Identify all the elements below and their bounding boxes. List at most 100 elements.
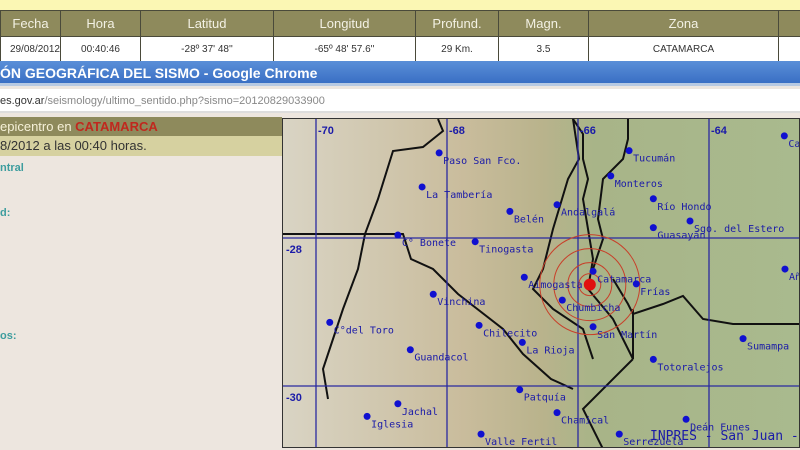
city-dot — [435, 149, 443, 157]
city-label: Tinogasta — [479, 245, 533, 256]
cell-magn: 3.5 — [498, 36, 589, 62]
url-path: /seismology/ultimo_sentido.php?sismo=201… — [44, 95, 325, 107]
epicenter-zone: CATAMARCA — [75, 119, 158, 134]
cell-fecha: 29/08/2012 — [0, 36, 61, 62]
city-dot — [625, 147, 633, 155]
epicenter-marker[interactable] — [583, 278, 596, 291]
city-label: Patquía — [524, 392, 566, 404]
city-dot — [607, 172, 615, 180]
city-label: La Rioja — [526, 345, 574, 356]
city-dot — [363, 412, 371, 420]
lon-tick-label: -64 — [711, 125, 728, 137]
city-label: Monteros — [615, 179, 663, 190]
city-label: Añ — [789, 272, 800, 283]
epicenter-map[interactable]: -70 -68 -66 -64 -28 -30 Paso San Fco. La Tambe… — [282, 118, 800, 448]
cell-zona: CATAMARCA — [588, 36, 779, 62]
city-dot — [520, 273, 528, 281]
url-host: es.gov.ar — [0, 95, 45, 107]
label-intensity: d: — [0, 207, 11, 219]
city-label: Totoralejos — [657, 362, 723, 373]
lat-tick-label: -28 — [286, 244, 302, 256]
lon-tick-label: -66 — [580, 125, 596, 137]
city-label: La Tambería — [426, 189, 492, 201]
city-dot — [429, 290, 437, 298]
quake-table: Fecha Hora Latitud Longitud Profund. Mag… — [0, 10, 800, 62]
city-dot — [475, 321, 483, 329]
city-dot — [394, 400, 402, 408]
city-label: Tucumán — [633, 153, 675, 165]
city-dot — [632, 280, 640, 288]
top-strip — [0, 0, 800, 10]
city-dot — [477, 430, 485, 438]
city-dot — [418, 183, 426, 191]
city-label: Aimogasta — [528, 280, 582, 291]
city-label: Chamical — [561, 416, 609, 427]
city-dot — [516, 386, 524, 394]
cell-extra — [778, 36, 800, 62]
col-longitud: Longitud — [273, 10, 416, 37]
city-dot — [649, 355, 657, 363]
col-fecha: Fecha — [0, 10, 61, 37]
city-label: Iglesia — [371, 419, 413, 430]
label-others: os: — [0, 330, 17, 342]
city-dot — [558, 296, 566, 304]
city-dot — [553, 201, 561, 209]
city-label: Jachal — [402, 407, 438, 418]
city-label: Valle Fertil — [485, 437, 557, 448]
city-dot — [406, 346, 414, 354]
info-panel: epicentro en CATAMARCA 8/2012 a las 00:4… — [0, 117, 282, 450]
city-dot — [589, 267, 597, 275]
city-dot — [780, 132, 788, 140]
city-dot — [326, 318, 334, 326]
col-zona: Zona — [588, 10, 779, 37]
address-bar[interactable]: es.gov.ar/seismology/ultimo_sentido.php?… — [0, 89, 800, 113]
city-dot — [649, 195, 657, 203]
city-dot — [589, 323, 597, 331]
event-datetime: 8/2012 a las 00:40 horas. — [0, 136, 282, 156]
window-title: ÓN GEOGRÁFICA DEL SISMO - Google Chrome — [0, 65, 318, 81]
table-header-row: Fecha Hora Latitud Longitud Profund. Mag… — [0, 10, 800, 37]
city-label: C° Bonete — [402, 238, 456, 249]
col-latitud: Latitud — [140, 10, 274, 37]
col-hora: Hora — [60, 10, 141, 37]
city-dot — [394, 231, 402, 239]
city-label: Frías — [640, 286, 670, 298]
city-label: Vinchina — [437, 297, 485, 308]
city-label: Catamarca — [597, 274, 651, 285]
col-extra — [778, 10, 800, 37]
lon-tick-label: -70 — [318, 125, 334, 137]
city-dot — [506, 207, 514, 215]
city-dot — [739, 335, 747, 343]
city-dot — [518, 338, 526, 346]
city-dot — [781, 265, 789, 273]
epicenter-prefix: epicentro en — [0, 119, 76, 134]
cell-profund: 29 Km. — [415, 36, 499, 62]
city-dot — [686, 217, 694, 225]
city-dot — [682, 415, 690, 423]
city-label: Río Hondo — [657, 201, 711, 213]
cell-longitud: -65º 48' 57.6'' — [273, 36, 416, 62]
city-label: Guasayán — [657, 230, 705, 242]
lon-tick-label: -68 — [449, 125, 465, 137]
city-label: Chilecito — [483, 328, 537, 339]
window-titlebar[interactable]: ÓN GEOGRÁFICA DEL SISMO - Google Chrome — [0, 61, 800, 86]
city-dot — [553, 409, 561, 417]
city-dot — [649, 224, 657, 232]
city-label: Paso San Fco. — [443, 156, 521, 167]
table-row[interactable]: 29/08/2012 00:40:46 -28º 37' 48'' -65º 4… — [0, 36, 800, 62]
lat-tick-label: -30 — [286, 392, 302, 404]
label-central: ntral — [0, 162, 24, 174]
city-label: Sumampa — [747, 342, 789, 353]
map-credit: INPRES - San Juan - — [650, 429, 799, 444]
city-label: San Martín — [597, 329, 657, 341]
city-label: Guandacol — [414, 353, 468, 364]
col-magn: Magn. — [498, 10, 589, 37]
epicenter-header: epicentro en CATAMARCA — [0, 117, 282, 136]
city-label: Andalgalá — [561, 207, 615, 219]
city-label: Ca — [788, 139, 800, 150]
city-label: Chumbicha — [566, 303, 620, 314]
city-dot — [615, 430, 623, 438]
cell-latitud: -28º 37' 48'' — [140, 36, 274, 62]
cell-hora: 00:40:46 — [60, 36, 141, 62]
col-profund: Profund. — [415, 10, 499, 37]
